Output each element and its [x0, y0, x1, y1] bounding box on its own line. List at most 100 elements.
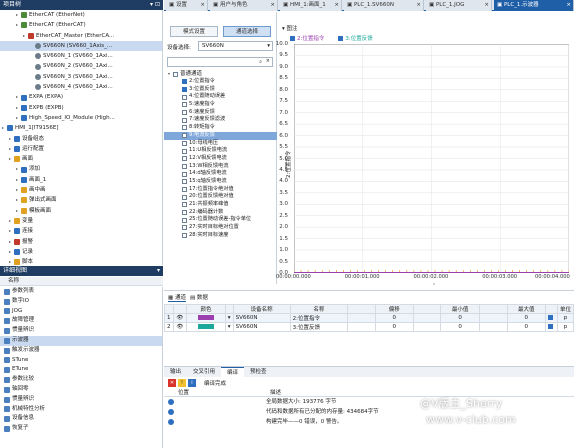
group-checkbox[interactable]	[173, 71, 178, 77]
legend-item[interactable]: 3:位置反馈	[338, 34, 373, 42]
tree-item[interactable]: ▸ EXPA (EXPA)	[0, 92, 162, 102]
tree-item[interactable]: SV660N_3 (SV660_1Axi...	[0, 72, 162, 82]
eye-icon[interactable]: 👁	[172, 322, 188, 332]
device-select-dropdown[interactable]: SV660N ▾	[198, 41, 273, 51]
channel-checkbox[interactable]	[182, 202, 187, 208]
visible-cell[interactable]	[544, 322, 558, 332]
collapse-icon[interactable]: ▾	[157, 266, 160, 276]
channel-item[interactable]: 11:U相反馈电流	[164, 147, 277, 155]
output-tab[interactable]: 预检查	[244, 367, 273, 377]
detail-item[interactable]: 触发示波器	[0, 346, 162, 356]
channel-checkbox[interactable]	[182, 87, 187, 93]
channel-checkbox[interactable]	[182, 125, 187, 131]
editor-tab[interactable]: ▣ PLC_1.JOG ×	[426, 0, 492, 11]
tree-item[interactable]: ▸ 运行配置	[0, 144, 162, 154]
channel-checkbox[interactable]	[182, 140, 187, 146]
collapse-handle-icon[interactable]: ⌃	[432, 283, 436, 289]
tree-item[interactable]: ▸ 添加	[0, 164, 162, 174]
tree-item[interactable]: ▸ 画面	[0, 154, 162, 164]
plot-area[interactable]	[294, 44, 569, 273]
channel-item[interactable]: 4:位置随动误差	[164, 93, 277, 101]
channel-checkbox[interactable]	[182, 233, 187, 239]
channel-item[interactable]: 28:实时目标速度	[164, 232, 277, 240]
tree-item[interactable]: ▸ 模板画面	[0, 206, 162, 216]
channel-item[interactable]: 9:电流反馈	[164, 131, 277, 140]
channel-checkbox[interactable]	[182, 179, 187, 185]
legend-checkbox[interactable]	[290, 35, 295, 41]
channel-item[interactable]: 25:位置随动误差-指令单位	[164, 216, 277, 224]
tree-item[interactable]: ▸ 设备组态	[0, 134, 162, 144]
tree-item[interactable]: SV660N_4 (SV660_1Axi...	[0, 82, 162, 92]
close-icon[interactable]: ×	[484, 0, 489, 11]
tree-item[interactable]: ▸ 画面_1	[0, 175, 162, 185]
visible-checkbox[interactable]	[547, 314, 553, 320]
legend-checkbox[interactable]	[338, 35, 344, 41]
detail-item[interactable]: ETune	[0, 365, 162, 375]
close-icon[interactable]: ×	[200, 0, 205, 11]
channel-checkbox[interactable]	[182, 133, 187, 139]
info-icon[interactable]: i	[188, 379, 196, 387]
warning-icon[interactable]: !	[178, 379, 186, 387]
color-swatch[interactable]	[197, 323, 214, 329]
channel-checkbox[interactable]	[182, 117, 187, 123]
output-tab[interactable]: 编译	[221, 367, 245, 377]
detail-item[interactable]: 参数列表	[0, 287, 162, 297]
channel-search-input[interactable]: ⌕ ×	[167, 57, 273, 67]
channel-item[interactable]: 2:位置指令	[164, 78, 277, 86]
error-icon[interactable]: ✕	[168, 379, 176, 387]
channel-checkbox[interactable]	[182, 148, 187, 154]
max-cell[interactable]: 0	[506, 313, 546, 323]
offset-cell[interactable]: 0	[374, 322, 414, 332]
channel-item[interactable]: 15:q轴反馈电流	[164, 178, 277, 186]
channel-group-label[interactable]: ▾ 普通通道	[164, 70, 277, 78]
editor-tab[interactable]: ▣ HMI_1:画面_1 ×	[280, 0, 342, 11]
tree-item[interactable]: ▸ EXPB (EXPB)	[0, 103, 162, 113]
visible-checkbox[interactable]	[547, 323, 553, 329]
detail-item[interactable]: 惯量辨识	[0, 326, 162, 336]
channel-checkbox[interactable]	[182, 110, 187, 116]
offset-cell[interactable]: 0	[374, 313, 414, 323]
tree-item[interactable]: ▸ 记录	[0, 247, 162, 257]
close-icon[interactable]: ×	[416, 0, 421, 11]
channel-item[interactable]: 12:V相反馈电流	[164, 155, 277, 163]
close-icon[interactable]: ×	[566, 0, 571, 11]
tree-item[interactable]: ▸ EtherCAT_Master (EtherCA...	[0, 31, 162, 41]
detail-item[interactable]: 轴回零	[0, 385, 162, 395]
channel-item[interactable]: 8:转矩指令	[164, 124, 277, 132]
channel-item[interactable]: 27:实时目标绝对位置	[164, 224, 277, 232]
channel-checkbox[interactable]	[182, 102, 187, 108]
close-icon[interactable]: ×	[270, 0, 275, 11]
color-swatch[interactable]	[197, 314, 214, 320]
table-row[interactable]: 2 👁 ▾ SV660N 3:位置反馈 0 0 0 p	[164, 322, 574, 332]
tree-item[interactable]: ▸ 连接	[0, 226, 162, 236]
pin-icon[interactable]: ▾ ⊡	[150, 0, 160, 10]
channel-checkbox[interactable]	[182, 94, 187, 100]
tree-item[interactable]: ▸ 画中画	[0, 185, 162, 195]
dropdown-icon[interactable]: ▾	[224, 313, 234, 323]
channel-checkbox[interactable]	[182, 217, 187, 223]
eye-icon[interactable]: 👁	[172, 313, 188, 323]
output-tab[interactable]: 交叉引用	[187, 367, 221, 377]
detail-item[interactable]: 参数比较	[0, 375, 162, 385]
visible-cell[interactable]	[544, 313, 558, 323]
tree-item[interactable]: ▸ 变量	[0, 216, 162, 226]
close-icon[interactable]: ×	[334, 0, 339, 11]
detail-item[interactable]: 示波器	[0, 335, 162, 346]
output-tab[interactable]: 输出	[164, 367, 187, 377]
detail-item[interactable]: 机械特性分析	[0, 405, 162, 415]
tree-item[interactable]: ▸ 脚本	[0, 257, 162, 265]
channel-item[interactable]: 21:共振频率峰值	[164, 201, 277, 209]
channel-checkbox[interactable]	[182, 156, 187, 162]
editor-tab[interactable]: ▣ PLC_1.示波器 ×	[494, 0, 574, 11]
channel-select-button[interactable]: 通道选择	[223, 26, 271, 37]
channel-checkbox[interactable]	[182, 186, 187, 192]
detail-item[interactable]: 惯量辨识	[0, 395, 162, 405]
dropdown-icon[interactable]: ▾	[224, 322, 234, 332]
channel-checkbox[interactable]	[182, 225, 187, 231]
color-cell[interactable]	[186, 313, 226, 323]
channel-item[interactable]: 14:d轴反馈电流	[164, 170, 277, 178]
detail-item[interactable]: 恢复子	[0, 424, 162, 434]
tree-item[interactable]: ▸ EtherCAT (EtherNet)	[0, 10, 162, 20]
mode-settings-button[interactable]: 模式设置	[170, 26, 218, 37]
editor-tab[interactable]: ▣ 设置 ×	[166, 0, 208, 11]
